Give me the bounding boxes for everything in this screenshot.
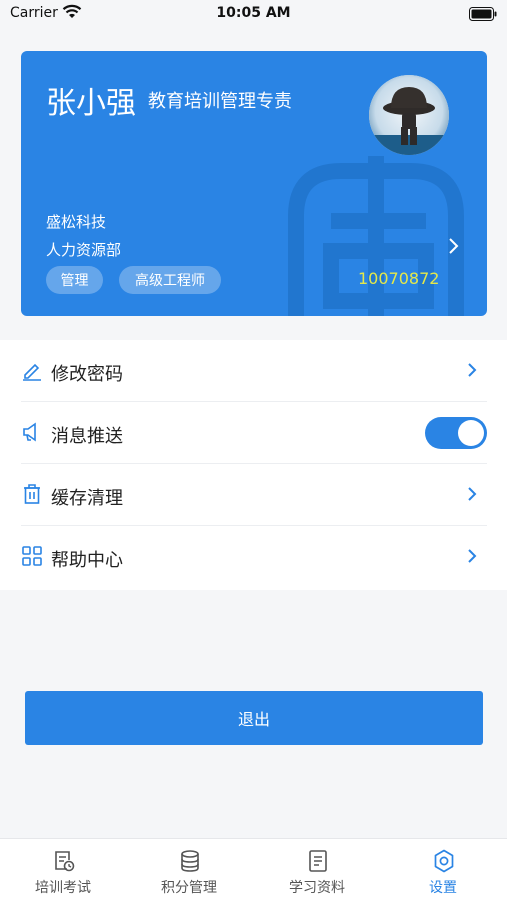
tab-settings[interactable]: 设置 — [380, 839, 506, 900]
avatar[interactable] — [369, 75, 449, 155]
settings-item-help-center[interactable]: 帮助中心 — [21, 526, 487, 588]
settings-item-label: 缓存清理 — [51, 488, 123, 509]
settings-item-label: 帮助中心 — [51, 550, 123, 571]
toggle-knob — [458, 420, 484, 446]
tab-label: 设置 — [429, 880, 457, 896]
push-notification-toggle[interactable] — [425, 417, 487, 449]
settings-item-label: 消息推送 — [51, 426, 123, 447]
role-tag-senior-engineer: 高级工程师 — [119, 266, 221, 294]
tab-bar: 培训考试 积分管理 学习资料 设置 — [0, 838, 507, 900]
chevron-right-icon — [468, 487, 477, 501]
employee-id: 10070872 — [358, 269, 440, 288]
tab-learning-materials[interactable]: 学习资料 — [254, 839, 380, 900]
settings-list: 修改密码 消息推送 缓存清理 帮助中心 — [0, 340, 507, 590]
user-name: 张小强 — [46, 86, 136, 121]
department-name: 人力资源部 — [46, 241, 122, 259]
document-icon — [309, 850, 327, 872]
megaphone-icon — [23, 422, 36, 442]
coins-stack-icon — [181, 850, 199, 872]
chevron-right-icon — [468, 549, 477, 563]
tab-label: 培训考试 — [35, 880, 91, 896]
battery-icon — [469, 7, 497, 21]
tab-label: 积分管理 — [161, 880, 217, 896]
company-name: 盛松科技 — [46, 213, 107, 231]
tab-label: 学习资料 — [289, 880, 345, 896]
profile-card[interactable]: 张小强 教育培训管理专责 盛松科技 人力资源部 管理 高级工程师 1007087… — [21, 51, 487, 316]
avatar-image — [369, 75, 449, 155]
grid-icon — [22, 546, 42, 566]
tab-points-management[interactable]: 积分管理 — [126, 839, 252, 900]
settings-item-label: 修改密码 — [51, 364, 123, 385]
watermark-logo — [288, 156, 464, 316]
settings-item-clear-cache[interactable]: 缓存清理 — [21, 464, 487, 526]
status-bar: Carrier 10:05 AM — [0, 0, 507, 28]
role-tag-management: 管理 — [46, 266, 103, 294]
user-job-title: 教育培训管理专责 — [148, 91, 292, 112]
settings-item-change-password[interactable]: 修改密码 — [21, 340, 487, 402]
status-time: 10:05 AM — [216, 5, 291, 21]
edit-pencil-icon — [23, 363, 41, 381]
tab-training-exam[interactable]: 培训考试 — [0, 839, 126, 900]
chevron-right-icon — [468, 363, 477, 377]
logout-button[interactable]: 退出 — [25, 691, 483, 745]
trash-icon — [24, 484, 40, 504]
chevron-right-icon — [449, 238, 459, 254]
settings-item-push-notifications: 消息推送 — [21, 402, 487, 464]
exam-document-icon — [55, 851, 75, 872]
gear-icon — [434, 849, 454, 873]
